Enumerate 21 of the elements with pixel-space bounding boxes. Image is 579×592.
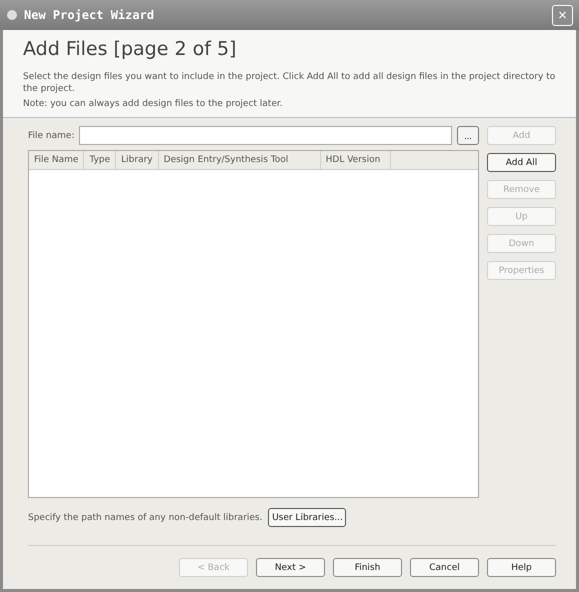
dialog-button[interactable]: Next > [256, 558, 325, 578]
column-header[interactable]: Design Entry/Synthesis Tool [158, 151, 321, 170]
column-header[interactable]: HDL Version [320, 151, 391, 170]
libraries-text: Specify the path names of any non-default libraries. [28, 512, 262, 523]
close-button[interactable]: × [552, 4, 573, 26]
file-name-field[interactable] [79, 126, 452, 146]
dialog-button[interactable]: Finish [333, 558, 402, 578]
page-title: Add Files [page 2 of 5] [23, 38, 238, 60]
note-text: Note: you can always add design files to the project later. [23, 99, 284, 112]
app-icon [6, 9, 18, 21]
window-title: New Project Wizard [24, 8, 156, 22]
description-text: Select the design files you want to include in the project. Click Add All to add all design files in the project directory to the project. [23, 72, 556, 96]
column-header[interactable]: Library [116, 151, 159, 170]
dialog-button[interactable]: Help [487, 558, 556, 578]
user-libraries-button[interactable]: User Libraries... [268, 508, 346, 528]
column-header[interactable]: File Name [29, 151, 84, 170]
column-header[interactable]: Type [84, 151, 116, 170]
file-name-label: File name: [28, 130, 74, 141]
side-button[interactable]: Add All [487, 153, 556, 172]
dialog-button[interactable]: Cancel [410, 558, 479, 578]
browse-button[interactable]: ... [457, 126, 479, 146]
